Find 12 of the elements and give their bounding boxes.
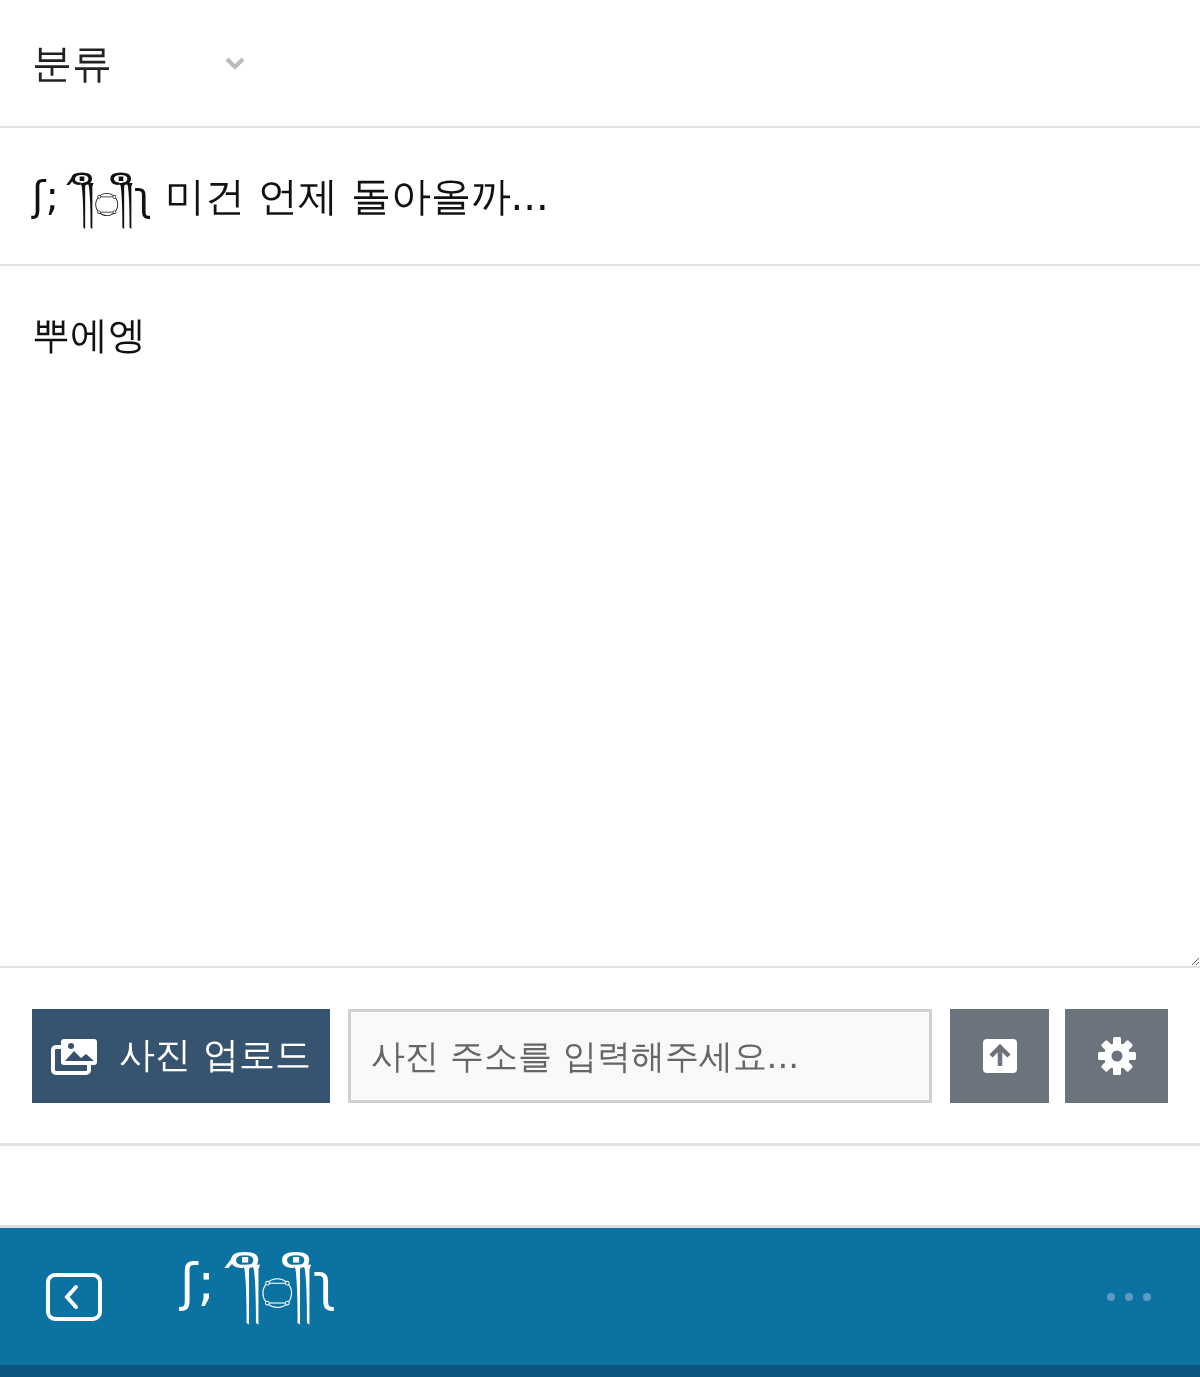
chevron-down-icon bbox=[224, 56, 246, 70]
upload-button[interactable] bbox=[950, 1008, 1049, 1103]
settings-button[interactable] bbox=[1065, 1008, 1168, 1103]
images-icon bbox=[51, 1036, 100, 1075]
settings-icon bbox=[1096, 1035, 1137, 1076]
photo-upload-button[interactable]: 사진 업로드 bbox=[32, 1008, 330, 1103]
photo-url-field[interactable]: 사진 주소를 입력해주세요... bbox=[348, 1008, 932, 1103]
category-select[interactable]: 분류 bbox=[32, 35, 246, 91]
page-title: ʃ;´༎ຶ۝༎ຶʅ bbox=[180, 1223, 337, 1370]
title-field[interactable]: ʃ;´༎ຶ۝༎ຶʅ 미건 언제 돌아올까... bbox=[32, 154, 549, 238]
back-icon[interactable] bbox=[46, 1272, 102, 1321]
upload-icon bbox=[981, 1037, 1018, 1074]
